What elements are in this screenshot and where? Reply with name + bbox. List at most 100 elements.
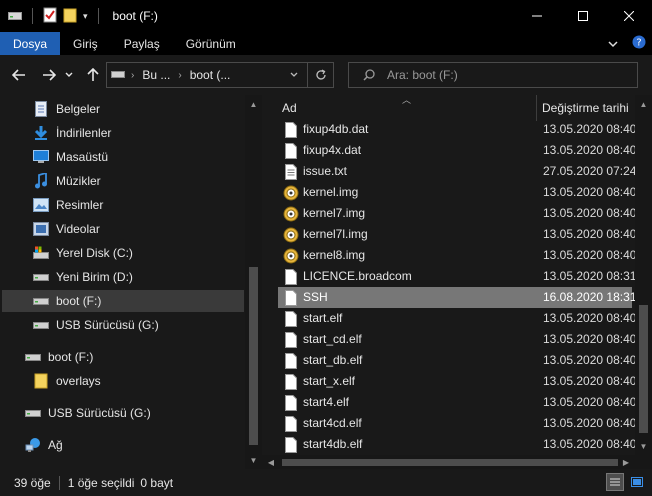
file-date: 13.05.2020 08:40 bbox=[543, 353, 637, 367]
disc-image-icon bbox=[282, 247, 300, 265]
file-date: 27.05.2020 07:24 bbox=[543, 164, 637, 178]
scroll-right-arrow-icon[interactable]: ▶ bbox=[619, 455, 633, 469]
nav-item-usb-g[interactable]: USB Sürücüsü (G:) bbox=[2, 314, 244, 336]
scrollbar-thumb[interactable] bbox=[282, 459, 618, 466]
breadcrumb-this-pc[interactable]: Bu ... bbox=[142, 68, 170, 82]
file-row[interactable]: start_x.elf 13.05.2020 08:40 bbox=[278, 371, 636, 392]
help-icon: ? bbox=[632, 35, 646, 49]
desktop-icon bbox=[32, 148, 50, 166]
scroll-up-arrow-icon[interactable]: ▲ bbox=[635, 97, 652, 111]
file-date: 13.05.2020 08:40 bbox=[543, 122, 637, 136]
disc-image-icon bbox=[282, 205, 300, 223]
system-drive-icon bbox=[32, 244, 50, 262]
file-name: start4db.elf bbox=[303, 437, 363, 451]
nav-item-boot-f[interactable]: boot (F:) bbox=[2, 290, 244, 312]
customize-toolbar-icon[interactable]: ▾ bbox=[83, 11, 88, 22]
scroll-left-arrow-icon[interactable]: ◀ bbox=[264, 455, 278, 469]
nav-item-documents[interactable]: Belgeler bbox=[2, 98, 244, 120]
file-icon bbox=[282, 310, 300, 328]
file-row[interactable]: kernel7l.img 13.05.2020 08:40 bbox=[278, 224, 636, 245]
file-row[interactable]: issue.txt 27.05.2020 07:24 bbox=[278, 161, 636, 182]
drive-icon bbox=[32, 316, 50, 334]
ribbon-controls: ? bbox=[608, 32, 646, 55]
tab-view[interactable]: Görünüm bbox=[173, 32, 249, 55]
refresh-button[interactable] bbox=[307, 63, 333, 87]
file-row[interactable]: start_cd.elf 13.05.2020 08:40 bbox=[278, 329, 636, 350]
large-icons-view-button[interactable] bbox=[628, 473, 646, 491]
pictures-icon bbox=[32, 196, 50, 214]
toolbar-divider bbox=[97, 8, 99, 24]
nav-item-label: Müzikler bbox=[56, 174, 101, 188]
expand-ribbon-button[interactable] bbox=[608, 37, 618, 51]
scroll-down-arrow-icon[interactable]: ▼ bbox=[245, 453, 262, 467]
forward-button[interactable] bbox=[38, 64, 60, 86]
file-row[interactable]: fixup4x.dat 13.05.2020 08:40 bbox=[278, 140, 636, 161]
scrollbar-thumb[interactable] bbox=[639, 305, 648, 433]
nav-item-videos[interactable]: Videolar bbox=[2, 218, 244, 240]
scrollbar-thumb[interactable] bbox=[249, 267, 258, 445]
file-row[interactable]: start_db.elf 13.05.2020 08:40 bbox=[278, 350, 636, 371]
search-input[interactable]: Ara: boot (F:) bbox=[348, 62, 638, 88]
status-divider bbox=[58, 475, 60, 490]
up-button[interactable] bbox=[82, 64, 104, 86]
address-bar[interactable]: › Bu ... › boot (... bbox=[106, 62, 334, 88]
nav-item-boot-f-root[interactable]: boot (F:) bbox=[2, 346, 244, 368]
file-row[interactable]: start.elf 13.05.2020 08:40 bbox=[278, 308, 636, 329]
file-row[interactable]: start4.elf 13.05.2020 08:40 bbox=[278, 392, 636, 413]
tab-share[interactable]: Paylaş bbox=[111, 32, 173, 55]
file-row[interactable]: LICENCE.broadcom 13.05.2020 08:31 bbox=[278, 266, 636, 287]
nav-item-pictures[interactable]: Resimler bbox=[2, 194, 244, 216]
help-button[interactable]: ? bbox=[632, 35, 646, 52]
back-button[interactable] bbox=[8, 64, 30, 86]
file-date: 13.05.2020 08:31 bbox=[543, 269, 637, 283]
nav-item-local-disk-c[interactable]: Yerel Disk (C:) bbox=[2, 242, 244, 264]
maximize-button[interactable] bbox=[560, 0, 606, 32]
toolbar-divider bbox=[32, 8, 33, 24]
video-icon bbox=[32, 220, 50, 238]
tab-home[interactable]: Giriş bbox=[60, 32, 111, 55]
nav-item-overlays[interactable]: overlays bbox=[2, 370, 244, 392]
tab-file[interactable]: Dosya bbox=[0, 32, 61, 55]
nav-item-music[interactable]: Müzikler bbox=[2, 170, 244, 192]
drive-icon[interactable] bbox=[8, 9, 22, 24]
music-icon bbox=[32, 172, 50, 190]
close-button[interactable] bbox=[606, 0, 652, 32]
nav-item-new-volume-d[interactable]: Yeni Birim (D:) bbox=[2, 266, 244, 288]
nav-item-desktop[interactable]: Masaüstü bbox=[2, 146, 244, 168]
nav-item-network[interactable]: Ağ bbox=[2, 434, 244, 456]
nav-item-usb-g-root[interactable]: USB Sürücüsü (G:) bbox=[2, 402, 244, 424]
details-view-button[interactable] bbox=[606, 473, 624, 491]
file-date: 16.08.2020 18:31 bbox=[543, 290, 637, 304]
file-list-vertical-scrollbar[interactable]: ▲ ▼ bbox=[635, 95, 652, 455]
scroll-up-arrow-icon[interactable]: ▲ bbox=[245, 97, 262, 111]
disc-image-icon bbox=[282, 226, 300, 244]
scroll-down-arrow-icon[interactable]: ▼ bbox=[635, 439, 652, 453]
column-divider[interactable] bbox=[536, 95, 537, 121]
search-icon bbox=[363, 69, 375, 81]
nav-item-label: Yerel Disk (C:) bbox=[56, 246, 133, 260]
address-history-button[interactable] bbox=[281, 63, 307, 87]
column-header-date[interactable]: Değiştirme tarihi bbox=[542, 101, 629, 115]
file-icon bbox=[282, 121, 300, 139]
file-row[interactable]: fixup4db.dat 13.05.2020 08:40 bbox=[278, 119, 636, 140]
file-date: 13.05.2020 08:40 bbox=[543, 395, 637, 409]
column-header-name[interactable]: Ad bbox=[282, 101, 297, 115]
file-row[interactable]: kernel.img 13.05.2020 08:40 bbox=[278, 182, 636, 203]
file-row[interactable]: kernel7.img 13.05.2020 08:40 bbox=[278, 203, 636, 224]
file-name: kernel.img bbox=[303, 185, 359, 199]
nav-item-downloads[interactable]: İndirilenler bbox=[2, 122, 244, 144]
minimize-button[interactable] bbox=[514, 0, 560, 32]
properties-icon[interactable] bbox=[43, 7, 57, 26]
file-row[interactable]: start4db.elf 13.05.2020 08:40 bbox=[278, 434, 636, 455]
file-name: kernel7.img bbox=[303, 206, 366, 220]
drive-icon bbox=[111, 68, 125, 82]
breadcrumb-boot[interactable]: boot (... bbox=[190, 68, 231, 82]
file-row[interactable]: start4cd.elf 13.05.2020 08:40 bbox=[278, 413, 636, 434]
recent-locations-button[interactable] bbox=[62, 64, 76, 86]
file-list-horizontal-scrollbar[interactable]: ◀ ▶ bbox=[262, 455, 635, 469]
file-row[interactable]: kernel8.img 13.05.2020 08:40 bbox=[278, 245, 636, 266]
navigation-pane-scrollbar[interactable]: ▲ ▼ bbox=[245, 95, 262, 469]
new-folder-icon[interactable] bbox=[63, 7, 77, 26]
file-date: 13.05.2020 08:40 bbox=[543, 311, 637, 325]
file-row-selected[interactable]: SSH 16.08.2020 18:31 bbox=[278, 287, 636, 308]
